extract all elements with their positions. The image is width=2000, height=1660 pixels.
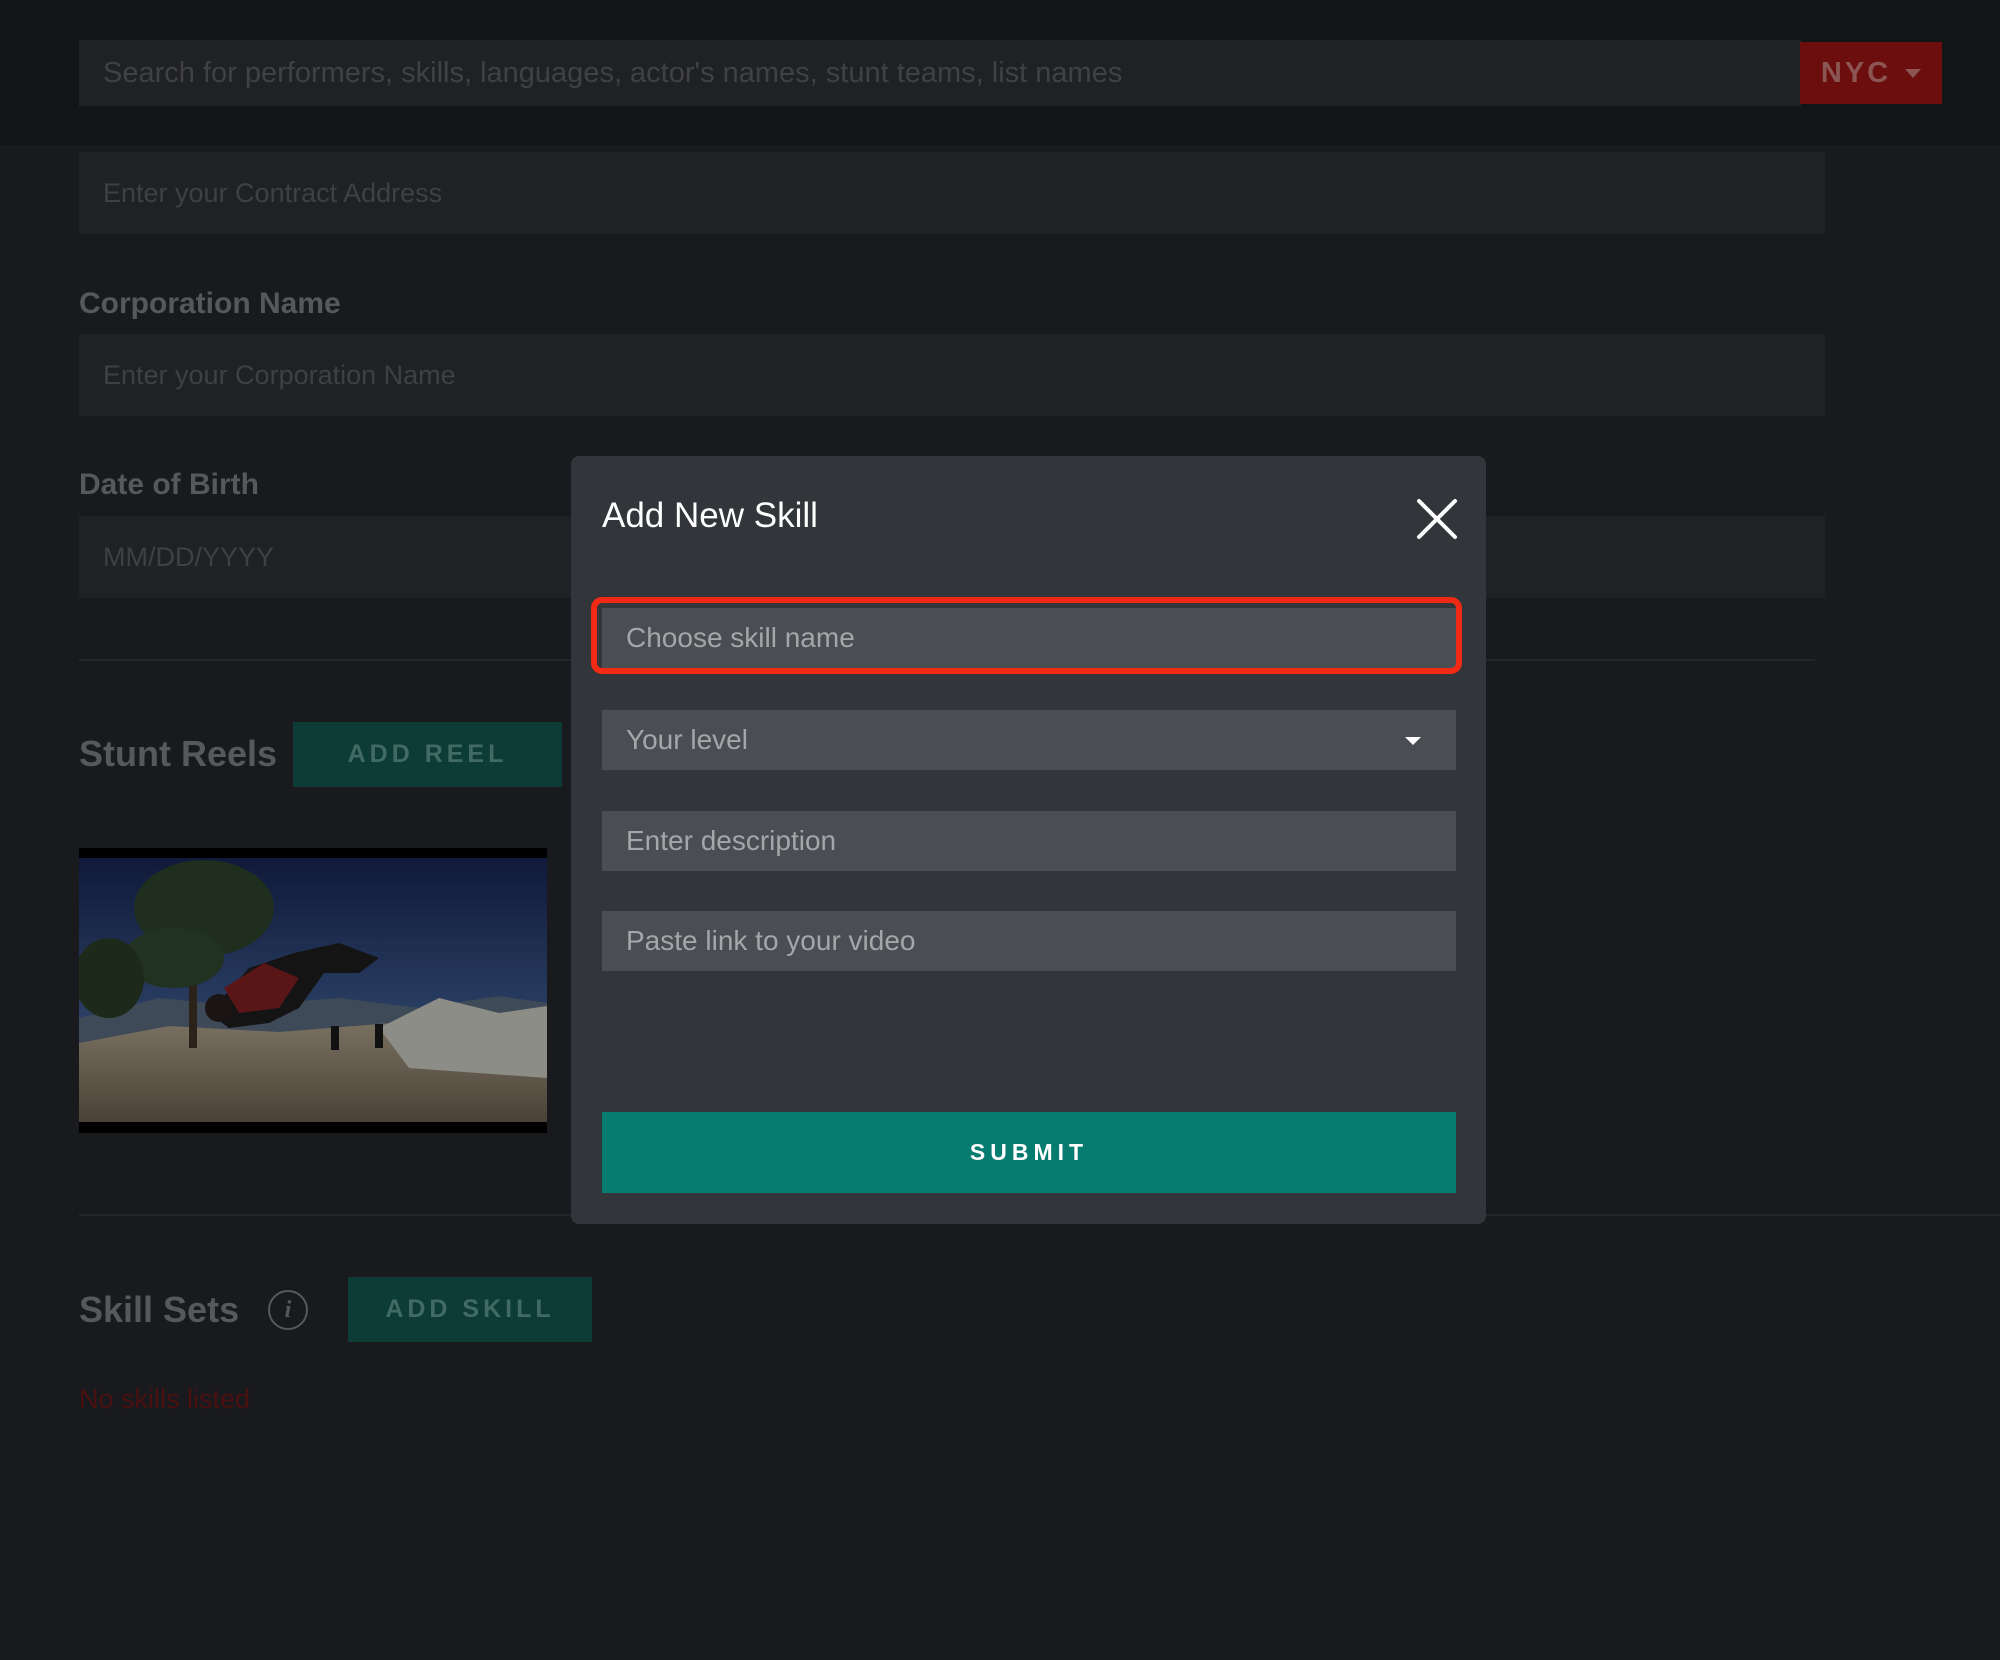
contract-address-field[interactable] [79, 152, 1825, 234]
city-label: NYC [1820, 56, 1892, 89]
city-dropdown-button[interactable]: NYC [1800, 42, 1942, 104]
add-skill-modal: Add New Skill Your level SUBMIT [571, 456, 1486, 1224]
level-select[interactable]: Your level [602, 710, 1456, 770]
submit-button[interactable]: SUBMIT [602, 1112, 1456, 1193]
level-select-label: Your level [626, 724, 748, 755]
chevron-down-icon [1905, 68, 1922, 78]
close-icon[interactable] [1414, 496, 1460, 542]
corporation-name-field[interactable] [79, 334, 1825, 416]
chevron-down-icon [1405, 737, 1421, 745]
corporation-name-label: Corporation Name [79, 287, 341, 320]
description-field[interactable] [602, 811, 1456, 871]
stunt-reels-title: Stunt Reels [79, 733, 278, 774]
modal-title: Add New Skill [602, 496, 818, 535]
skill-sets-title: Skill Sets [79, 1289, 240, 1330]
video-link-field[interactable] [602, 911, 1456, 971]
page: NYC Corporation Name Date of Birth Stunt… [0, 0, 2000, 1660]
add-skill-button[interactable]: ADD SKILL [348, 1277, 592, 1342]
info-icon[interactable]: i [268, 1290, 308, 1330]
stunt-reel-thumbnail[interactable] [79, 848, 547, 1133]
no-skills-message: No skills listed [79, 1384, 251, 1414]
skill-name-field[interactable] [602, 608, 1456, 668]
date-of-birth-label: Date of Birth [79, 468, 259, 501]
top-bar: NYC [0, 0, 2000, 145]
search-input[interactable] [79, 40, 1801, 106]
add-reel-button[interactable]: ADD REEL [293, 722, 562, 787]
